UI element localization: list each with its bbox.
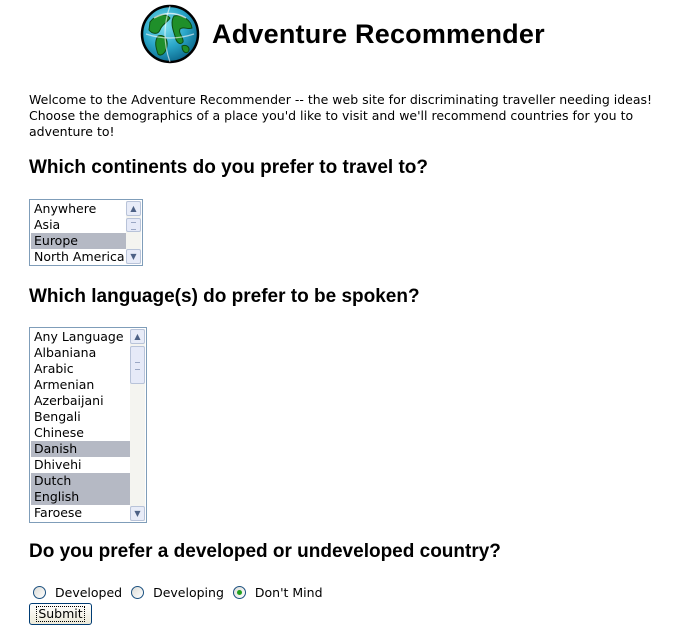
submit-label: Submit <box>36 606 85 622</box>
language-option[interactable]: Dhivehi <box>31 457 130 473</box>
language-option[interactable]: Albaniana <box>31 345 130 361</box>
radio-button[interactable] <box>232 586 246 599</box>
scroll-down-icon[interactable]: ▼ <box>130 506 145 521</box>
development-radio-option[interactable]: Developed <box>33 585 122 600</box>
page-header: Adventure Recommender <box>140 4 545 64</box>
scroll-down-icon[interactable]: ▼ <box>126 249 141 264</box>
development-radio-option[interactable]: Don't Mind <box>232 585 323 600</box>
development-question: Do you prefer a developed or undeveloped… <box>29 541 501 562</box>
submit-button[interactable]: Submit <box>29 603 92 625</box>
continent-option[interactable]: Europe <box>31 233 126 249</box>
radio-label: Developed <box>55 585 123 600</box>
language-option[interactable]: Dutch <box>31 473 130 489</box>
scroll-thumb[interactable] <box>130 346 145 384</box>
languages-options: Any Language Albaniana Arabic Armenian Azerb… <box>31 329 130 521</box>
radio-label: Don't Mind <box>254 585 323 600</box>
language-option[interactable]: Danish <box>31 441 130 457</box>
intro-text: Welcome to the Adventure Recommender -- … <box>29 92 653 139</box>
languages-scrollbar[interactable]: ▲ ▼ <box>130 329 145 521</box>
scroll-thumb[interactable] <box>126 218 141 232</box>
language-option[interactable]: Armenian <box>31 377 130 393</box>
language-option[interactable]: English <box>31 489 130 505</box>
languages-listbox[interactable]: Any Language Albaniana Arabic Armenian Azerb… <box>29 327 147 523</box>
continents-question: Which continents do you prefer to travel… <box>29 157 429 178</box>
radio-button[interactable] <box>33 586 46 599</box>
scroll-up-icon[interactable]: ▲ <box>130 329 145 344</box>
language-option[interactable]: Any Language <box>31 329 130 345</box>
language-option[interactable]: Chinese <box>31 425 130 441</box>
continent-option[interactable]: Anywhere <box>31 201 126 217</box>
globe-icon <box>140 4 200 64</box>
continents-listbox[interactable]: Anywhere Asia Europe North America ▲ ▼ <box>29 199 143 266</box>
continents-options: Anywhere Asia Europe North America <box>31 201 126 265</box>
languages-question: Which language(s) do prefer to be spoken… <box>29 286 420 307</box>
continents-scrollbar[interactable]: ▲ ▼ <box>126 201 141 264</box>
language-option[interactable]: Azerbaijani <box>31 393 130 409</box>
radio-button[interactable] <box>131 586 145 599</box>
language-option[interactable]: Arabic <box>31 361 130 377</box>
development-radio-group: Developed Developing Don't Mind <box>33 585 332 600</box>
development-radio-option[interactable]: Developing <box>131 585 224 600</box>
radio-label: Developing <box>153 585 224 600</box>
continent-option[interactable]: Asia <box>31 217 126 233</box>
language-option[interactable]: Bengali <box>31 409 130 425</box>
app-title: Adventure Recommender <box>212 18 545 49</box>
continent-option[interactable]: North America <box>31 249 126 265</box>
scroll-up-icon[interactable]: ▲ <box>126 201 141 216</box>
language-option[interactable]: Faroese <box>31 505 130 521</box>
